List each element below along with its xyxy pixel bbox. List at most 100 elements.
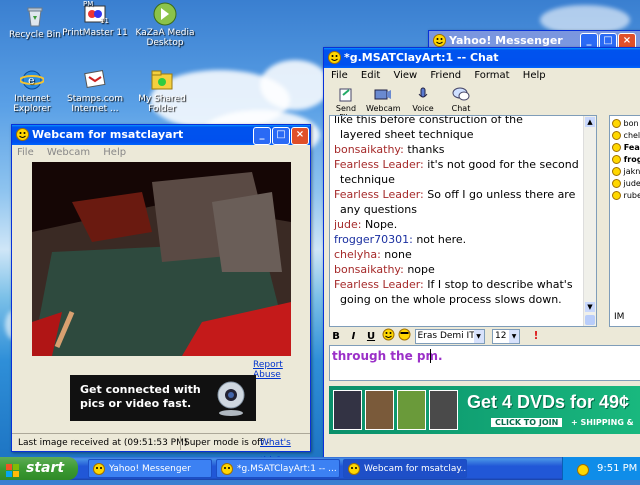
chat-message-nick[interactable]: frogger70301: xyxy=(334,233,413,246)
minimize-button[interactable]: _ xyxy=(253,127,271,145)
chat-message-text: going on the whole process slows down. xyxy=(340,293,562,306)
desktop-icon-stamps[interactable]: Stamps.com Internet ... xyxy=(60,68,130,114)
menu-file[interactable]: File xyxy=(12,147,39,158)
user-list-name: jakn xyxy=(621,167,640,176)
close-button[interactable]: × xyxy=(291,127,309,145)
user-list-items: bon chel Fea frog jakn jude rube xyxy=(610,116,640,203)
menu-view[interactable]: View xyxy=(388,70,422,81)
scrollbar-thumb[interactable] xyxy=(585,315,595,325)
chat-message-text: like this before construction of the xyxy=(334,115,523,126)
webcam-window[interactable]: Webcam for msatclayart _ □ × File Webcam… xyxy=(11,124,311,466)
user-list-item[interactable]: chel xyxy=(612,131,640,143)
menu-format[interactable]: Format xyxy=(469,70,514,81)
chat-message-text: thanks xyxy=(403,143,445,156)
menu-file[interactable]: File xyxy=(326,70,353,81)
banner-shipping: + SHIPPING & xyxy=(571,418,634,427)
menu-help[interactable]: Help xyxy=(518,70,551,81)
printmaster-icon: PM 11 xyxy=(83,0,109,26)
user-smiley-icon xyxy=(612,143,621,152)
user-list-item[interactable]: frog xyxy=(612,155,640,167)
user-list-item[interactable]: bon xyxy=(612,119,640,131)
text-cursor xyxy=(430,349,431,363)
bold-button[interactable]: B xyxy=(329,331,343,342)
super-mode-status: Super mode is off - xyxy=(184,438,270,448)
chat-input[interactable]: through the pm. xyxy=(329,345,640,381)
webcam-icon xyxy=(16,128,29,141)
microphone-icon xyxy=(408,87,438,104)
chat-ad-banner[interactable]: Get 4 DVDs for 49¢ CLICK TO JOIN + SHIPP… xyxy=(329,386,640,434)
menu-help[interactable]: Help xyxy=(98,147,131,158)
taskbar-item-webcam[interactable]: Webcam for msatclay... xyxy=(343,459,467,478)
chat-scrollbar[interactable]: ▲ ▼ xyxy=(583,116,596,326)
maximize-button[interactable]: □ xyxy=(272,127,290,145)
webcam-titlebar[interactable]: Webcam for msatclayart _ □ × xyxy=(12,125,310,145)
user-list-name: rube xyxy=(621,191,640,200)
user-list-item[interactable]: jude xyxy=(612,179,640,191)
clock[interactable]: 9:51 PM xyxy=(597,457,637,480)
chat-message-text: none xyxy=(380,248,412,261)
smiley-icon[interactable] xyxy=(382,328,395,344)
chevron-down-icon: ▼ xyxy=(509,329,519,343)
font-size-select[interactable]: 12 ▼ xyxy=(492,328,520,344)
chat-message-text: So off I go unless there are xyxy=(423,188,576,201)
send-file-icon xyxy=(330,87,362,104)
chat-message: bonsaikathy: thanks xyxy=(334,142,590,157)
internet-explorer-icon: e xyxy=(19,68,45,92)
chat-window[interactable]: *g.MSATClayArt:1 -- Chat File Edit View … xyxy=(323,47,640,459)
user-list-item[interactable]: Fea xyxy=(612,143,640,155)
banner-click-to-join[interactable]: CLICK TO JOIN xyxy=(491,418,563,427)
chat-bubble-icon xyxy=(446,87,476,104)
dvd-cover xyxy=(397,390,426,430)
chat-message-nick[interactable]: Fearless Leader: xyxy=(334,158,424,171)
user-smiley-icon xyxy=(612,179,621,188)
emoticon-icon[interactable] xyxy=(398,328,411,344)
chat-button[interactable]: Chat xyxy=(446,87,476,113)
webcam-video-frame xyxy=(32,162,291,356)
desktop-icon-kazaa[interactable]: KaZaA Media Desktop xyxy=(130,2,200,48)
start-button[interactable]: start xyxy=(0,457,78,480)
desktop-icon-internet-explorer[interactable]: e Internet Explorer xyxy=(0,68,67,114)
user-list-name: bon xyxy=(621,119,639,128)
user-list-item[interactable]: rube xyxy=(612,191,640,203)
user-smiley-icon xyxy=(612,155,621,164)
tray-yahoo-icon[interactable] xyxy=(577,462,589,485)
chat-message-nick[interactable]: Fearless Leader: xyxy=(334,188,424,201)
chat-titlebar[interactable]: *g.MSATClayArt:1 -- Chat xyxy=(324,48,640,68)
im-tab[interactable]: IM xyxy=(614,310,640,324)
webcam-button[interactable]: Webcam xyxy=(366,87,401,113)
desktop-icon-printmaster[interactable]: PM 11 PrintMaster 11 xyxy=(60,0,130,38)
user-list-name: frog xyxy=(623,155,640,164)
menu-edit[interactable]: Edit xyxy=(356,70,385,81)
alert-icon[interactable]: ! xyxy=(534,329,539,342)
font-select[interactable]: Eras Demi ITC ▼ xyxy=(414,328,485,344)
kazaa-icon xyxy=(153,2,177,26)
menu-friend[interactable]: Friend xyxy=(425,70,466,81)
chat-message-nick[interactable]: Fearless Leader: xyxy=(334,278,424,291)
chat-user-list[interactable]: bon chel Fea frog jakn jude rube xyxy=(609,115,640,327)
yahoo-smiley-icon xyxy=(93,463,105,475)
desktop-icon-my-shared-folder[interactable]: My Shared Folder xyxy=(127,68,197,114)
webcam-ad-banner[interactable]: Get connected with pics or video fast. xyxy=(70,375,256,421)
chat-message-nick[interactable]: jude: xyxy=(334,218,361,231)
taskbar-item-yahoo-messenger[interactable]: Yahoo! Messenger xyxy=(88,459,212,478)
user-smiley-icon xyxy=(612,167,621,176)
taskbar-item-chat[interactable]: *g.MSATClayArt:1 -- ... xyxy=(216,459,340,478)
format-toolbar: B I U Eras Demi ITC ▼ 12 ▼ ! xyxy=(329,328,640,344)
chat-message-nick[interactable]: bonsaikathy: xyxy=(334,143,404,156)
report-abuse-link[interactable]: Report Abuse xyxy=(253,360,310,380)
chat-message: Fearless Leader: If I stop to describe w… xyxy=(334,277,590,292)
chat-message-nick[interactable]: bonsaikathy: xyxy=(334,263,404,276)
user-list-item[interactable]: jakn xyxy=(612,167,640,179)
underline-button[interactable]: U xyxy=(364,331,378,342)
shared-folder-icon xyxy=(150,68,174,92)
chat-message-nick[interactable]: chelyha: xyxy=(334,248,381,261)
chat-message: like this before construction of the xyxy=(334,115,590,127)
voice-button[interactable]: Voice xyxy=(408,87,438,113)
menu-webcam[interactable]: Webcam xyxy=(42,147,95,158)
chat-message-text: it's not good for the second xyxy=(423,158,579,171)
user-smiley-icon xyxy=(612,131,621,140)
last-image-status: Last image received at (09:51:53 PM) xyxy=(18,438,188,448)
chat-message-area[interactable]: like this before construction of the laye… xyxy=(329,115,597,327)
italic-button[interactable]: I xyxy=(347,331,361,342)
chat-message-text: If I stop to describe what's xyxy=(423,278,573,291)
